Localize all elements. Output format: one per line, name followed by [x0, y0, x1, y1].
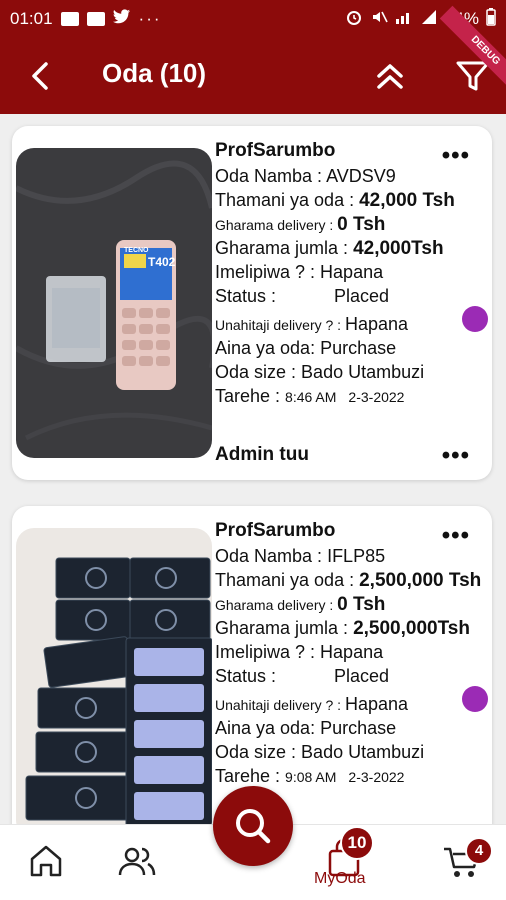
date-label: Tarehe :: [215, 766, 286, 786]
nav-myoda-label: MyOda: [314, 870, 366, 887]
phone-box-model: T402: [148, 255, 176, 269]
order-size-row: Oda size : Bado Utambuzi: [215, 740, 487, 764]
order-size-label: Oda size :: [215, 742, 302, 762]
order-value-row: Thamani ya oda : 42,000 Tsh: [215, 188, 487, 212]
order-type-row: Aina ya oda: Purchase: [215, 716, 487, 740]
order-date: 2-3-2022: [348, 389, 405, 405]
date-row: Tarehe : 9:08 AM 2-3-2022: [215, 764, 487, 788]
total-cost-row: Gharama jumla : 42,000Tsh: [215, 236, 487, 260]
order-list: TECNO T402 ProfSarumbo Oda Namba : AVDSV…: [0, 114, 506, 824]
status-label: Status :: [215, 286, 277, 306]
delivery-cost-value: 0 Tsh: [337, 214, 386, 235]
order-type-label: Aina ya oda:: [215, 338, 321, 358]
order-type-row: Aina ya oda: Purchase: [215, 336, 487, 360]
needs-delivery-row: Unahitaji delivery ? : Hapana: [215, 312, 487, 336]
order-type-value: Purchase: [320, 338, 397, 358]
status-value: Placed: [334, 666, 390, 686]
order-number-label: Oda Namba :: [215, 166, 327, 186]
cell-signal-icon: [420, 9, 438, 30]
users-icon: [118, 847, 156, 876]
wifi-signal-icon: [395, 9, 413, 30]
page-title: Oda (10): [102, 58, 207, 88]
needs-delivery-value: Hapana: [344, 314, 409, 334]
delivery-cost-row: Gharama delivery : 0 Tsh: [215, 592, 487, 616]
collapse-all-button[interactable]: [372, 56, 408, 96]
order-number-value: IFLP85: [327, 546, 386, 566]
myoda-count-badge: 10: [340, 826, 374, 860]
delivery-cost-row: Gharama delivery : 0 Tsh: [215, 212, 487, 236]
card-menu-button[interactable]: •••: [442, 522, 470, 550]
order-details: ProfSarumbo Oda Namba : IFLP85 Thamani y…: [215, 518, 487, 788]
search-icon: [236, 809, 271, 844]
total-cost-label: Gharama jumla :: [215, 618, 354, 638]
alarm-icon: [345, 8, 363, 31]
order-value-label: Thamani ya oda :: [215, 190, 360, 210]
total-cost-label: Gharama jumla :: [215, 238, 354, 258]
mute-icon: [370, 8, 388, 31]
total-cost-row: Gharama jumla : 2,500,000Tsh: [215, 616, 487, 640]
order-size-value: Bado Utambuzi: [301, 742, 425, 762]
total-cost-value: 42,000Tsh: [353, 238, 444, 259]
date-row: Tarehe : 8:46 AM 2-3-2022: [215, 384, 487, 408]
status-indicator-dot: [462, 686, 488, 712]
needs-delivery-label: Unahitaji delivery ? :: [215, 317, 345, 333]
home-icon: [30, 845, 62, 877]
status-row: Status : Placed: [215, 664, 487, 688]
paid-row: Imelipiwa ? : Hapana: [215, 640, 487, 664]
twitter-icon: [112, 8, 131, 30]
order-date: 2-3-2022: [348, 769, 405, 785]
paid-label: Imelipiwa ? :: [215, 642, 321, 662]
paid-value: Hapana: [320, 262, 384, 282]
order-type-label: Aina ya oda:: [215, 718, 321, 738]
needs-delivery-value: Hapana: [344, 694, 409, 714]
status-label: Status :: [215, 666, 277, 686]
order-number-label: Oda Namba :: [215, 546, 328, 566]
youtube-icon: [86, 12, 105, 26]
admin-menu-button[interactable]: •••: [442, 442, 470, 470]
order-card[interactable]: TECNO T402 ProfSarumbo Oda Namba : AVDSV…: [12, 126, 492, 480]
order-details: ProfSarumbo Oda Namba : AVDSV9 Thamani y…: [215, 138, 487, 408]
order-value: 2,500,000 Tsh: [359, 570, 482, 591]
paid-label: Imelipiwa ? :: [215, 262, 321, 282]
order-type-value: Purchase: [320, 718, 397, 738]
admin-only-label: Admin tuu: [215, 444, 309, 465]
date-label: Tarehe :: [215, 386, 286, 406]
status-row: Status : Placed: [215, 284, 487, 308]
back-button[interactable]: [22, 56, 62, 96]
order-number-value: AVDSV9: [326, 166, 396, 186]
product-photo: TECNO T402: [16, 148, 212, 458]
app-bar: Oda (10) DEBUG: [0, 5, 506, 114]
status-bar: 01:01 ··· 64%: [0, 0, 506, 38]
delivery-cost-label: Gharama delivery :: [215, 217, 338, 233]
order-size-row: Oda size : Bado Utambuzi: [215, 360, 487, 384]
delivery-cost-label: Gharama delivery :: [215, 597, 338, 613]
order-value-label: Thamani ya oda :: [215, 570, 360, 590]
nav-users[interactable]: [114, 839, 164, 889]
order-value-row: Thamani ya oda : 2,500,000 Tsh: [215, 568, 487, 592]
search-button[interactable]: [213, 786, 293, 866]
total-cost-value: 2,500,000Tsh: [353, 618, 470, 639]
more-notifications-icon: ···: [138, 9, 162, 28]
order-size-value: Bado Utambuzi: [301, 362, 425, 382]
order-time: 8:46 AM: [285, 389, 337, 405]
gallery-icon: [60, 12, 79, 26]
order-card[interactable]: ProfSarumbo Oda Namba : IFLP85 Thamani y…: [12, 506, 492, 824]
status-indicator-dot: [462, 306, 488, 332]
order-size-label: Oda size :: [215, 362, 302, 382]
delivery-cost-value: 0 Tsh: [337, 594, 386, 615]
order-value: 42,000 Tsh: [359, 190, 455, 211]
battery-icon: [486, 7, 496, 31]
card-menu-button[interactable]: •••: [442, 142, 470, 170]
nav-home[interactable]: [24, 839, 74, 889]
phone-box-brand: TECNO: [124, 247, 149, 254]
needs-delivery-label: Unahitaji delivery ? :: [215, 697, 345, 713]
paid-value: Hapana: [320, 642, 384, 662]
paid-row: Imelipiwa ? : Hapana: [215, 260, 487, 284]
status-time: 01:01: [10, 9, 53, 28]
status-value: Placed: [334, 286, 390, 306]
cart-count-badge: 4: [465, 837, 493, 865]
product-photo: [16, 528, 212, 824]
needs-delivery-row: Unahitaji delivery ? : Hapana: [215, 692, 487, 716]
order-time: 9:08 AM: [285, 769, 337, 785]
